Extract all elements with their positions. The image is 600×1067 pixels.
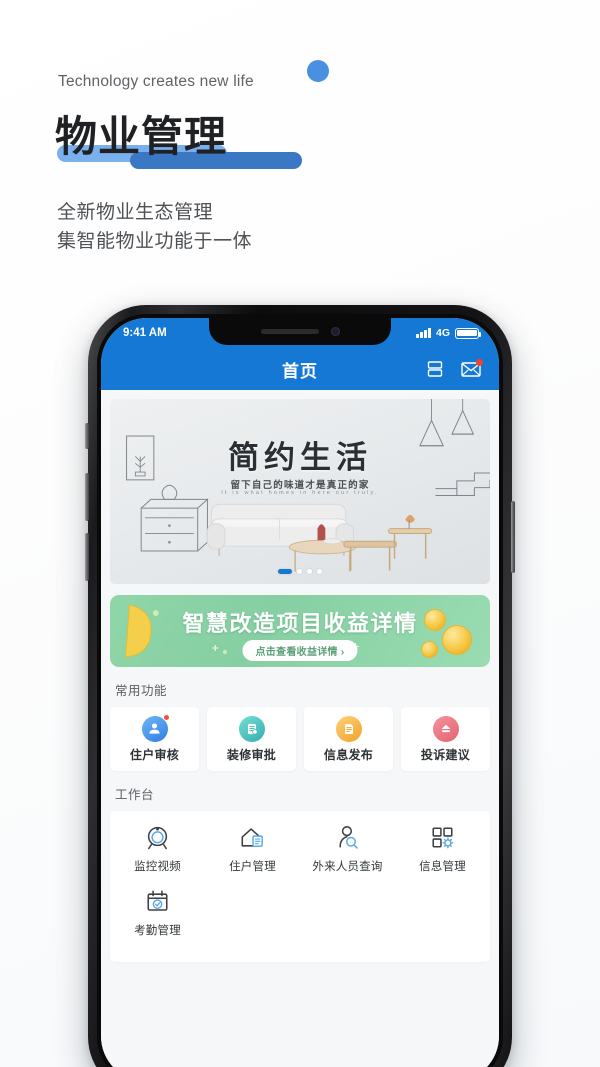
power-button[interactable] [511, 501, 515, 573]
envelope-icon[interactable] [461, 358, 483, 378]
mute-switch-button[interactable] [85, 423, 89, 449]
quick-item-resident-review[interactable]: 住户审核 [110, 707, 199, 771]
app-nav-bar: 首页 [101, 348, 499, 390]
work-item-visitor-query[interactable]: 外来人员查询 [300, 824, 395, 888]
promo-header: Technology creates new life 物业管理 全新物业生态管… [0, 0, 600, 300]
work-item-resident-management[interactable]: 住户管理 [205, 824, 300, 888]
volume-up-button[interactable] [85, 473, 89, 521]
work-item-label: 监控视频 [134, 861, 181, 873]
quick-item-label: 信息发布 [323, 747, 374, 762]
status-time: 9:41 AM [123, 327, 167, 339]
work-section-title: 工作台 [115, 788, 155, 802]
quick-item-complaint-suggestion[interactable]: 投诉建议 [401, 707, 490, 771]
phone-bezel: 9:41 AM 4G 首页 简约生活 留下自己的味道才是真正的家 It is w… [97, 314, 503, 1067]
work-item-attendance-management[interactable]: 考勤管理 [110, 888, 205, 952]
revenue-promo-title: 智慧改造项目收益详情 [182, 611, 418, 636]
app-content: 简约生活 留下自己的味道才是真正的家 It is what homes in h… [101, 390, 499, 1067]
page-title: 物业管理 [55, 113, 228, 160]
quick-badge [162, 713, 170, 721]
promo-subtitle-line1: 全新物业生态管理 [57, 202, 214, 223]
visitor-search-icon [339, 826, 358, 849]
renovation-approval-icon [238, 715, 265, 742]
quick-item-label: 住户审核 [129, 747, 180, 762]
battery-full-icon [455, 327, 482, 339]
promo-subtitle-line2: 集智能物业功能于一体 [57, 231, 253, 252]
promo-subtitle: 全新物业生态管理 集智能物业功能于一体 [57, 198, 252, 256]
grid-settings-icon [432, 827, 454, 849]
carousel-dot[interactable] [297, 569, 302, 574]
coin-icon [421, 641, 438, 658]
work-item-placeholder [300, 888, 395, 952]
promo-eyebrow: Technology creates new life [58, 73, 254, 90]
work-item-label: 住户管理 [229, 861, 276, 873]
quick-item-renovation-approval[interactable]: 装修审批 [207, 707, 296, 771]
attendance-calendar-icon [147, 890, 168, 911]
work-item-info-management[interactable]: 信息管理 [395, 824, 490, 888]
work-item-placeholder [395, 888, 490, 952]
carousel-banner[interactable]: 简约生活 留下自己的味道才是真正的家 It is what homes in h… [110, 399, 490, 584]
nav-actions [426, 358, 483, 378]
phone-mockup: 9:41 AM 4G 首页 简约生活 留下自己的味道才是真正的家 It is w… [85, 305, 515, 1067]
volume-down-button[interactable] [85, 533, 89, 581]
quick-item-label: 投诉建议 [420, 747, 471, 762]
banner-subtitle: 留下自己的味道才是真正的家 [230, 480, 370, 491]
revenue-promo-banner[interactable]: 智慧改造项目收益详情 点击查看收益详情 › [110, 595, 490, 667]
signal-bars-icon [416, 328, 431, 338]
phone-screen: 9:41 AM 4G 首页 简约生活 留下自己的味道才是真正的家 It is w… [101, 318, 499, 1067]
accent-dot-icon [307, 60, 329, 82]
work-item-placeholder [205, 888, 300, 952]
banner-title: 简约生活 [228, 440, 372, 475]
scan-card-icon[interactable] [426, 360, 444, 378]
carousel-dot[interactable] [307, 569, 312, 574]
user-review-icon [141, 713, 170, 742]
front-camera-icon [330, 327, 340, 336]
quick-item-publish-info[interactable]: 信息发布 [304, 707, 393, 771]
camera-monitor-icon [147, 826, 168, 850]
carousel-dot[interactable] [278, 569, 292, 574]
banner-subtitle-en: It is what homes in here our truly. [221, 490, 379, 496]
earpiece-speaker-icon [260, 329, 319, 334]
carousel-dots[interactable] [110, 569, 490, 574]
work-item-monitor-video[interactable]: 监控视频 [110, 824, 205, 888]
workbench-card: 监控视频 住户管理 外来人员查询 信息管理 考勤管理 [110, 811, 490, 962]
quick-section-title: 常用功能 [115, 684, 168, 698]
work-item-label: 外来人员查询 [312, 861, 383, 873]
house-resident-icon [241, 828, 263, 847]
publish-info-icon [335, 715, 362, 742]
workbench-row: 监控视频 住户管理 外来人员查询 信息管理 [110, 824, 490, 888]
quick-item-label: 装修审批 [226, 747, 277, 762]
workbench-row: 考勤管理 [110, 888, 490, 952]
notch [209, 318, 391, 345]
work-item-label: 考勤管理 [134, 925, 181, 937]
network-label: 4G [435, 327, 450, 339]
work-item-label: 信息管理 [419, 861, 466, 873]
view-revenue-button[interactable]: 点击查看收益详情 › [242, 640, 358, 661]
status-indicators: 4G [416, 327, 482, 339]
carousel-dot[interactable] [317, 569, 322, 574]
quick-functions-row: 住户审核 装修审批 信息发布 投诉建议 [101, 707, 499, 771]
mail-badge [476, 358, 483, 366]
complaint-suggestion-icon [432, 715, 459, 742]
